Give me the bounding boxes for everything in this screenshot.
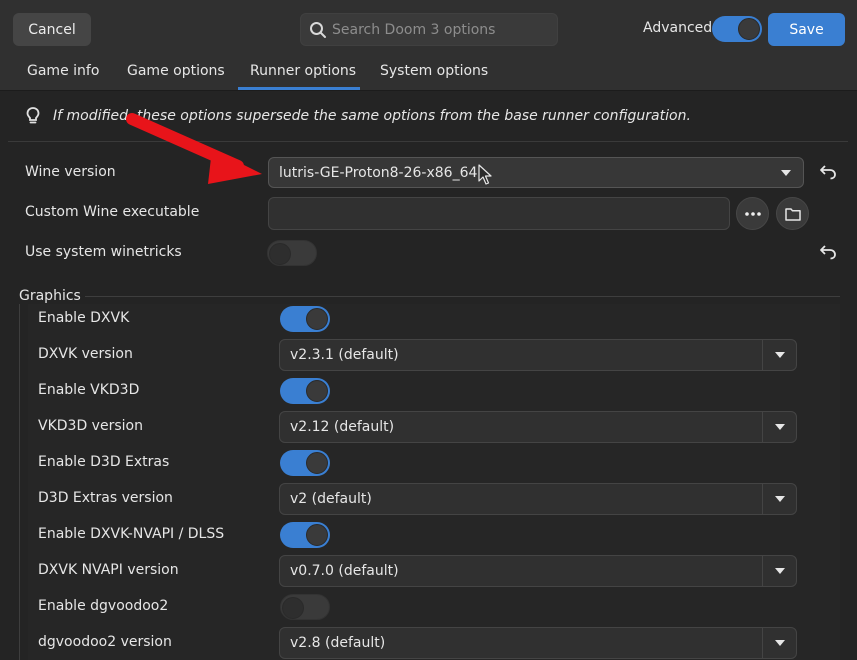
chevron-down-icon [762,556,796,586]
d3d-extras-version-dropdown[interactable]: v2 (default) [279,483,797,515]
dxvk-version-value: v2.3.1 (default) [290,347,399,363]
search-input[interactable] [332,21,542,38]
d3d-extras-version-label: D3D Extras version [38,490,173,506]
browse-folder-button[interactable] [776,197,809,230]
wine-version-value: lutris-GE-Proton8-26-x86_64 [279,164,478,181]
toggle-knob [738,18,760,40]
vkd3d-version-label: VKD3D version [38,418,143,434]
enable-dxvk-nvapi-label: Enable DXVK-NVAPI / DLSS [38,526,225,542]
dgvoodoo2-version-label: dgvoodoo2 version [38,634,172,650]
toggle-knob [306,452,328,474]
enable-d3d-extras-label: Enable D3D Extras [38,454,170,470]
custom-wine-label: Custom Wine executable [25,204,200,220]
chevron-down-icon [762,412,796,442]
d3d-extras-version-value: v2 (default) [290,491,372,507]
browse-more-button[interactable] [736,197,769,230]
tab-runner-options[interactable]: Runner options [250,63,356,79]
search-icon [310,21,326,38]
vkd3d-version-dropdown[interactable]: v2.12 (default) [279,411,797,443]
chevron-down-icon [769,158,803,188]
winetricks-toggle[interactable] [267,240,317,266]
toggle-knob [306,380,328,402]
search-field[interactable] [300,13,558,46]
mouse-pointer-icon [478,164,492,185]
advanced-label: Advanced [643,20,713,36]
undo-icon[interactable] [819,244,837,260]
enable-dgvoodoo2-label: Enable dgvoodoo2 [38,598,169,614]
tab-system-options[interactable]: System options [380,63,488,79]
dxvk-version-label: DXVK version [38,346,133,362]
tab-game-info[interactable]: Game info [27,63,99,79]
graphics-section-title: Graphics [19,288,85,304]
dgvoodoo2-version-value: v2.8 (default) [290,635,386,651]
custom-wine-input[interactable] [268,197,730,230]
wine-version-dropdown[interactable]: lutris-GE-Proton8-26-x86_64 [268,157,804,188]
dxvk-nvapi-version-dropdown[interactable]: v0.7.0 (default) [279,555,797,587]
dxvk-version-dropdown[interactable]: v2.3.1 (default) [279,339,797,371]
folder-icon [784,207,801,221]
cancel-button[interactable]: Cancel [13,13,91,46]
dgvoodoo2-version-dropdown[interactable]: v2.8 (default) [279,627,797,659]
toggle-knob [282,597,304,619]
toggle-knob [306,308,328,330]
enable-d3d-extras-toggle[interactable] [280,450,330,476]
enable-dxvk-nvapi-toggle[interactable] [280,522,330,548]
enable-dgvoodoo2-toggle[interactable] [280,594,330,620]
dxvk-nvapi-version-label: DXVK NVAPI version [38,562,179,578]
dxvk-nvapi-version-value: v0.7.0 (default) [290,563,399,579]
header-bar: Cancel Advanced Save [0,0,857,58]
lightbulb-icon [26,107,40,124]
save-button[interactable]: Save [768,13,845,46]
wine-version-label: Wine version [25,164,116,180]
chevron-down-icon [762,628,796,658]
toggle-knob [269,243,291,265]
chevron-down-icon [762,484,796,514]
winetricks-label: Use system winetricks [25,244,182,260]
toggle-knob [306,524,328,546]
undo-icon[interactable] [819,164,837,180]
enable-dxvk-label: Enable DXVK [38,310,130,326]
vkd3d-version-value: v2.12 (default) [290,419,395,435]
enable-dxvk-toggle[interactable] [280,306,330,332]
enable-vkd3d-toggle[interactable] [280,378,330,404]
active-tab-indicator [238,87,360,90]
advanced-toggle[interactable] [712,16,762,42]
tab-bar: Game info Game options Runner options Sy… [0,58,857,91]
chevron-down-icon [762,340,796,370]
annotation-arrow [126,113,262,184]
tab-game-options[interactable]: Game options [127,63,225,79]
ellipsis-icon [744,211,761,216]
enable-vkd3d-label: Enable VKD3D [38,382,140,398]
